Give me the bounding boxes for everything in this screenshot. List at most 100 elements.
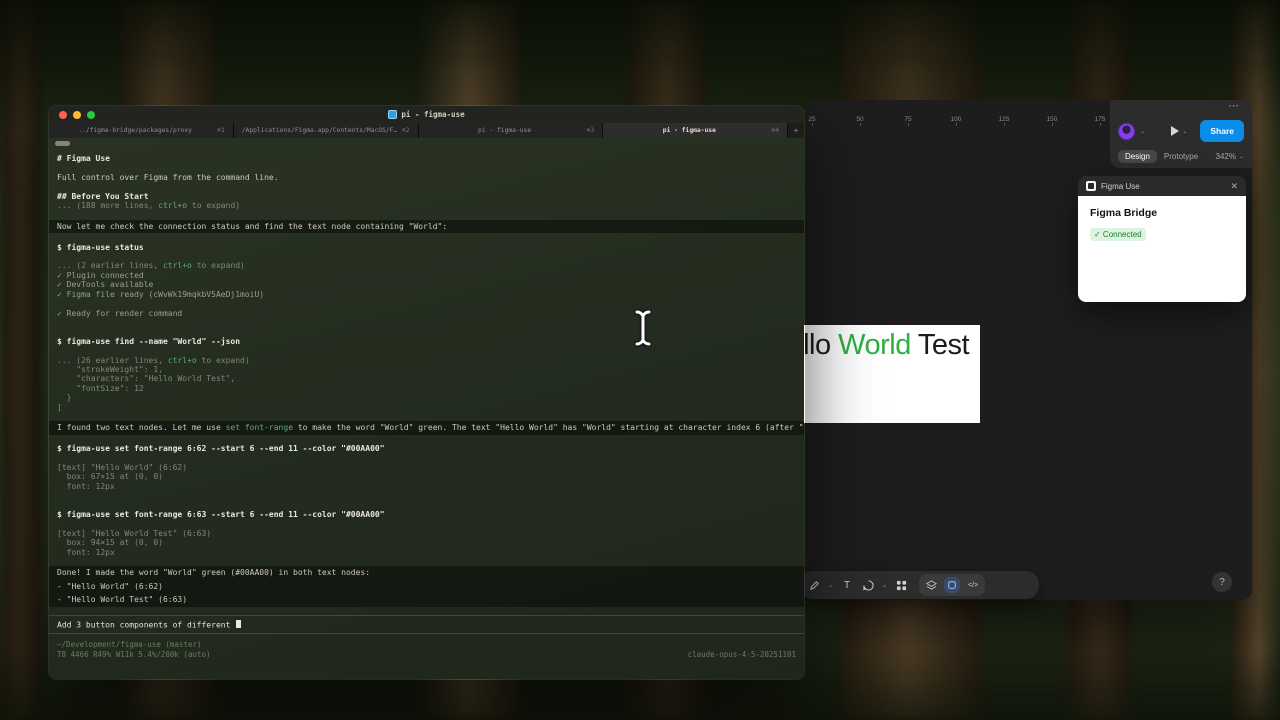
terminal-tab[interactable]: pi - figma-use⌘4: [603, 123, 788, 138]
terminal-tab[interactable]: /Applications/Figma.app/Contents/MacOS/F…: [234, 123, 419, 138]
figma-topbar-panel: ⋯ ⌄ ⌄ Share Design Prototype 342% ⌄: [1110, 100, 1252, 168]
close-button[interactable]: [59, 111, 67, 119]
chevron-down-icon[interactable]: ⌄: [1140, 128, 1145, 135]
terminal-line: $ figma-use set font-range 6:63 --start …: [49, 510, 804, 519]
terminal-output: # Figma Use Full control over Figma from…: [49, 138, 804, 607]
plugin-app-icon: [1086, 181, 1096, 191]
avatar[interactable]: [1118, 123, 1135, 140]
text-after: Test: [911, 329, 969, 361]
terminal-line: [49, 346, 804, 355]
canvas-ruler: 255075100125150175: [805, 116, 1112, 130]
design-mode-icon[interactable]: [944, 577, 960, 593]
terminal-line: - "Hello World" (6:62): [49, 580, 804, 593]
ruler-tick: 150: [1037, 116, 1067, 123]
comment-tool-icon[interactable]: [861, 577, 875, 593]
figma-bottom-toolbar: ⌄ T ⌄ </>: [799, 571, 1039, 599]
terminal-line: [49, 519, 804, 528]
terminal-line: "strokeWeight": 1,: [49, 365, 804, 374]
window-more-icon[interactable]: ⋯: [1228, 99, 1240, 112]
terminal-line: [49, 557, 804, 566]
scroll-indicator: [55, 141, 70, 146]
terminal-line: ... (2 earlier lines, ctrl+o to expand): [49, 261, 804, 270]
terminal-line: [49, 233, 804, 242]
terminal-line: ## Before You Start: [49, 192, 804, 201]
statusline-cwd: ~/Development/figma-use (master): [57, 640, 796, 649]
terminal-line: ... (188 more lines, ctrl+o to expand): [49, 201, 804, 210]
terminal-tab[interactable]: pi - figma-use⌘3: [419, 123, 604, 138]
zoom-button[interactable]: [87, 111, 95, 119]
dev-mode-code-icon[interactable]: </>: [966, 577, 980, 593]
terminal-line: [text] "Hello World Test" (6:63): [49, 529, 804, 538]
terminal-line: ✓ Figma file ready (cWvWk19mqkbV5AeDj1mo…: [49, 290, 804, 299]
help-button[interactable]: ?: [1212, 572, 1232, 592]
terminal-line: I found two text nodes. Let me use set f…: [49, 421, 804, 434]
layers-icon[interactable]: [924, 577, 938, 593]
terminal-line: ]: [49, 403, 804, 412]
terminal-line: Full control over Figma from the command…: [49, 173, 804, 182]
text-cursor: [236, 620, 241, 629]
terminal-line: font: 12px: [49, 548, 804, 557]
statusline-usage: T8 4466 R49% W11k 5.4%/200k (auto): [57, 650, 211, 659]
figma-window: 255075100125150175 ⋯ ⌄ ⌄ Share Design Pr…: [805, 100, 1252, 600]
terminal-line: ✓ DevTools available: [49, 280, 804, 289]
present-play-icon[interactable]: [1171, 126, 1179, 136]
terminal-window-title: pi - figma-use: [401, 110, 464, 119]
terminal-line: [49, 299, 804, 308]
plugin-window: Figma Use ✕ Figma Bridge ✓ Connected: [1078, 176, 1246, 302]
plugin-titlebar[interactable]: Figma Use ✕: [1078, 176, 1246, 196]
terminal-line: "characters": "Hello World Test",: [49, 374, 804, 383]
terminal-line: ✓ Plugin connected: [49, 271, 804, 280]
plugin-heading: Figma Bridge: [1090, 207, 1234, 219]
statusline-model: claude-opus-4-5-20251101: [688, 650, 796, 659]
chevron-down-icon[interactable]: ⌄: [1182, 128, 1187, 135]
chevron-down-icon: ⌄: [1239, 153, 1244, 160]
terminal-window: pi - figma-use ../figma-bridge/packages/…: [48, 105, 805, 680]
plugin-body: Figma Bridge ✓ Connected: [1078, 196, 1246, 302]
terminal-line: [text] "Hello World" (6:62): [49, 463, 804, 472]
prompt-text: Add 3 button components of different: [57, 620, 235, 629]
terminal-line: - "Hello World Test" (6:63): [49, 593, 804, 606]
terminal-line: box: 67×15 at (0, 0): [49, 472, 804, 481]
mouse-ibeam-cursor: [630, 308, 656, 353]
terminal-titlebar[interactable]: pi - figma-use: [49, 106, 804, 123]
chevron-down-icon[interactable]: ⌄: [882, 582, 887, 589]
terminal-line: [49, 163, 804, 172]
terminal-line: font: 12px: [49, 482, 804, 491]
terminal-line: $ figma-use status: [49, 243, 804, 252]
terminal-line: [49, 252, 804, 261]
terminal-line: [49, 182, 804, 191]
chevron-down-icon[interactable]: ⌄: [828, 582, 833, 589]
new-tab-button[interactable]: +: [788, 123, 804, 138]
plugin-window-title: Figma Use: [1101, 182, 1140, 191]
terminal-line: Now let me check the connection status a…: [49, 220, 804, 233]
terminal-line: [49, 210, 804, 219]
terminal-title-icon: [388, 110, 397, 119]
terminal-line: # Figma Use: [49, 154, 804, 163]
ruler-tick: 100: [941, 116, 971, 123]
zoom-level-dropdown[interactable]: 342% ⌄: [1216, 152, 1245, 161]
text-tool-icon[interactable]: T: [840, 577, 854, 593]
terminal-line: }: [49, 393, 804, 402]
terminal-line: [49, 327, 804, 336]
terminal-tab[interactable]: ../figma-bridge/packages/proxy⌘1: [49, 123, 234, 138]
connection-status-badge: ✓ Connected: [1090, 228, 1146, 241]
terminal-line: ✓ Ready for render command: [49, 309, 804, 318]
ruler-tick: 75: [893, 116, 923, 123]
pencil-tool-icon[interactable]: [807, 577, 821, 593]
terminal-line: "fontSize": 12: [49, 384, 804, 393]
mode-toggle-group: </>: [919, 574, 985, 596]
ruler-tick: 50: [845, 116, 875, 123]
terminal-line: ... (26 earlier lines, ctrl+o to expand): [49, 356, 804, 365]
prompt-input[interactable]: Add 3 button components of different: [49, 615, 804, 635]
actions-tool-icon[interactable]: [894, 577, 908, 593]
minimize-button[interactable]: [73, 111, 81, 119]
share-button[interactable]: Share: [1200, 120, 1244, 142]
close-icon[interactable]: ✕: [1230, 181, 1238, 192]
tab-design[interactable]: Design: [1118, 150, 1157, 163]
tab-prototype[interactable]: Prototype: [1164, 152, 1198, 161]
terminal-line: Done! I made the word "World" green (#00…: [49, 566, 804, 579]
terminal-line: [49, 435, 804, 444]
terminal-line: $ figma-use find --name "World" --json: [49, 337, 804, 346]
terminal-tabbar: ../figma-bridge/packages/proxy⌘1/Applica…: [49, 123, 804, 138]
terminal-body[interactable]: # Figma Use Full control over Figma from…: [49, 138, 804, 680]
